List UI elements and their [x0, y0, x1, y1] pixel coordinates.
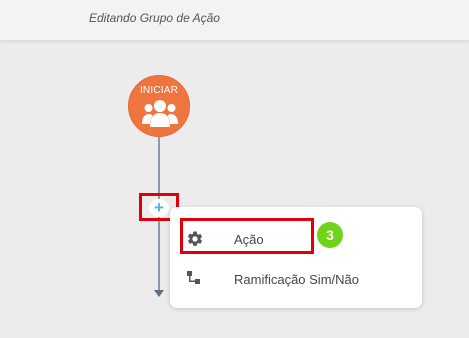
menu-item-label: Ramificação Sim/Não — [234, 272, 359, 287]
start-node[interactable]: INICIAR — [128, 75, 190, 137]
flow-arrow-down-icon — [154, 290, 164, 297]
step-number-badge: 3 — [317, 222, 343, 248]
page-header: Editando Grupo de Ação — [0, 0, 469, 41]
start-node-label: INICIAR — [139, 85, 179, 96]
action-item-highlight — [180, 218, 314, 254]
page-title: Editando Grupo de Ação — [89, 11, 220, 25]
add-step-button[interactable]: + — [149, 199, 169, 217]
branch-icon — [187, 271, 200, 284]
plus-icon: + — [154, 198, 164, 217]
menu-item-ramificacao[interactable]: Ramificação Sim/Não — [170, 260, 422, 298]
users-icon — [142, 100, 178, 127]
